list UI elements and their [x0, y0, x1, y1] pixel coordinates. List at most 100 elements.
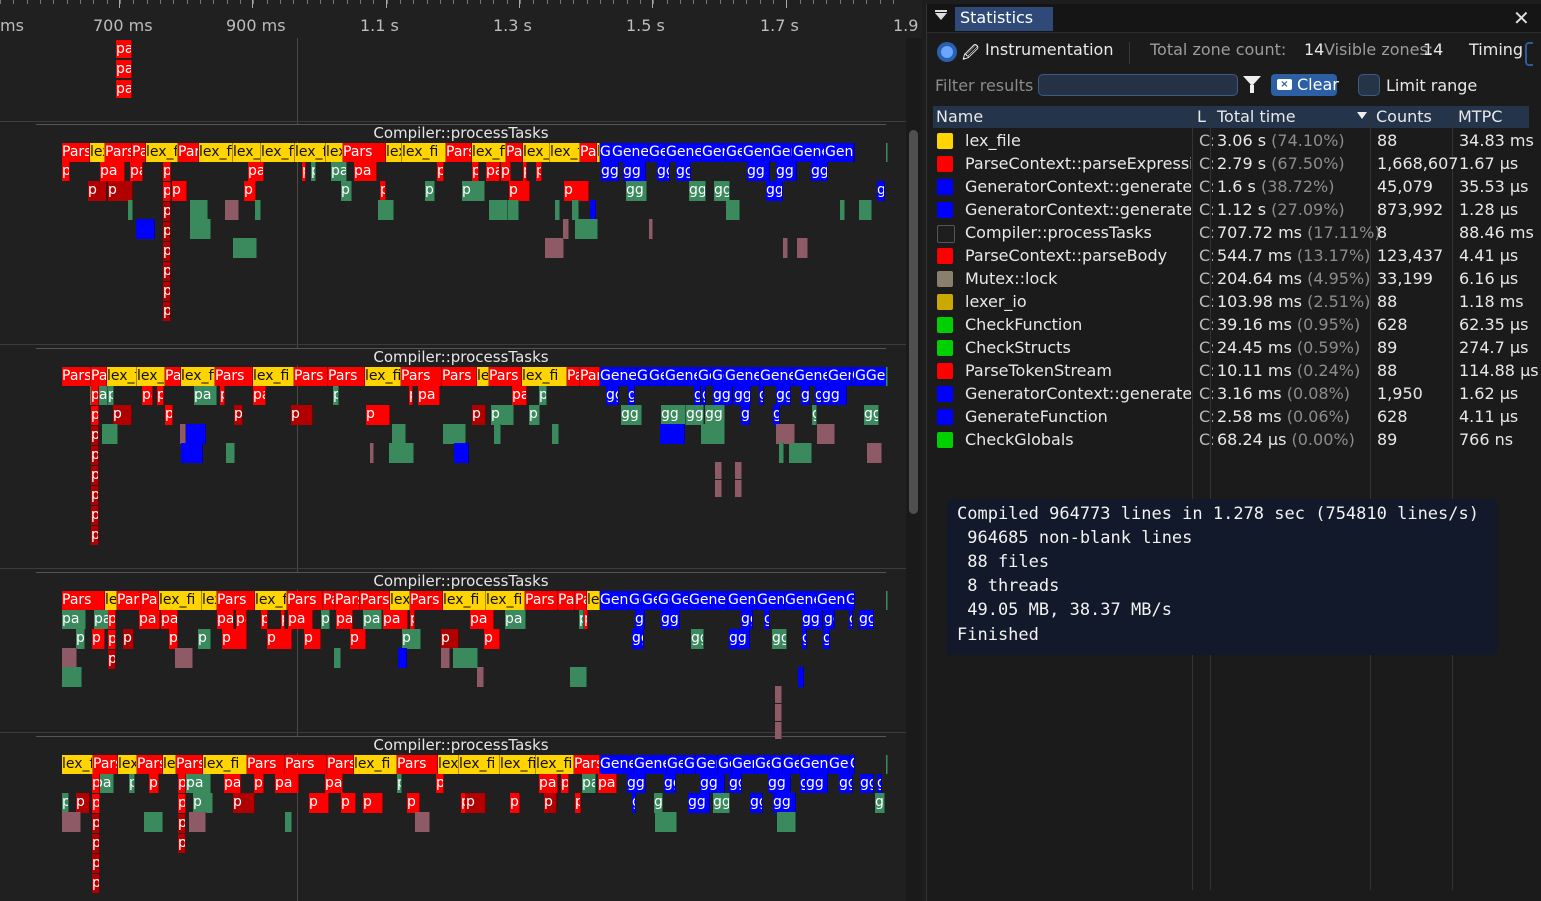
flame-zone[interactable]: p — [123, 629, 134, 649]
flame-zone[interactable]: pa — [512, 386, 527, 405]
flame-zone[interactable] — [190, 200, 208, 220]
flame-zone[interactable]: pa — [582, 774, 596, 793]
flame-zone[interactable]: pa — [142, 386, 153, 405]
flame-zone[interactable] — [398, 648, 407, 668]
flame-zone[interactable]: gg — [849, 610, 853, 629]
flame-zone[interactable]: Pars — [215, 367, 253, 386]
flame-zone[interactable]: lex_fi — [550, 143, 580, 162]
table-row[interactable]: ParseContext::parseBody C:544.7 ms (13.17… — [933, 245, 1533, 268]
flame-zone[interactable]: lex_fi — [90, 143, 105, 162]
flame-zone[interactable]: lex_fi — [159, 591, 202, 610]
flame-zone[interactable] — [225, 200, 239, 220]
flame-zone[interactable]: p — [92, 794, 100, 813]
flame-zone[interactable]: gg — [776, 162, 797, 181]
flame-zone[interactable]: lex_fi — [438, 755, 459, 774]
track-title[interactable]: Compiler::processTasks — [36, 736, 886, 753]
clear-button[interactable]: × Clear — [1271, 74, 1339, 96]
flame-zone[interactable] — [62, 648, 77, 668]
flame-zone[interactable]: gg — [734, 386, 751, 405]
flame-zone[interactable] — [334, 648, 341, 668]
flame-zone[interactable]: p — [341, 181, 352, 201]
flame-zone[interactable]: Pars — [176, 755, 203, 774]
flame-zone[interactable]: p — [108, 650, 116, 669]
flame-zone[interactable]: lex_fi — [203, 755, 247, 774]
flame-zone[interactable]: gg — [766, 181, 783, 201]
flame-zone[interactable]: gg — [700, 774, 725, 793]
flame-zone[interactable] — [255, 200, 261, 220]
flame-zone[interactable]: Pars — [446, 143, 472, 162]
flame-zone[interactable] — [715, 462, 722, 479]
flame-zone[interactable]: lex_fi — [500, 755, 536, 774]
flame-zone[interactable]: gg — [824, 610, 835, 629]
flame-zone[interactable]: Pars — [580, 143, 597, 162]
flame-zone[interactable]: p — [108, 630, 116, 649]
flame-zone[interactable]: Gene — [726, 143, 743, 162]
flame-zone[interactable]: gg — [657, 162, 670, 181]
flame-zone[interactable]: Gene — [850, 755, 855, 774]
flame-zone[interactable]: p — [163, 302, 171, 321]
flame-zone[interactable]: gg — [877, 181, 885, 201]
flame-zone[interactable] — [817, 424, 835, 444]
flame-zone[interactable] — [489, 200, 508, 220]
timeline-view[interactable]: ms 700 ms 900 ms 1.1 s 1.3 s 1.5 s 1.7 s… — [0, 0, 922, 901]
flame-zone[interactable]: p — [91, 466, 99, 485]
flame-zone[interactable]: pa — [409, 386, 413, 405]
table-row[interactable]: GenerateFunction C:2.58 ms (0.06%) 628 4.11… — [933, 406, 1533, 429]
flame-zone[interactable] — [798, 667, 804, 687]
flame-zone[interactable]: pa — [62, 162, 70, 181]
flame-zone[interactable]: gg — [705, 405, 725, 425]
flame-zone[interactable] — [186, 424, 206, 444]
flame-zone[interactable]: lex_fi — [477, 367, 489, 386]
flame-zone[interactable]: p — [169, 629, 178, 649]
flame-zone[interactable]: lex_fi — [233, 143, 261, 162]
timing-dropdown[interactable] — [1525, 42, 1533, 66]
flame-zone[interactable]: p — [510, 793, 520, 813]
flame-zone[interactable]: p — [88, 181, 107, 201]
flame-zone[interactable]: pa — [536, 162, 542, 181]
flame-zone[interactable]: gg — [714, 181, 730, 201]
flame-zone[interactable]: gg — [635, 610, 645, 629]
flame-zone[interactable]: gg — [859, 610, 874, 629]
flame-zone[interactable] — [886, 367, 888, 386]
flame-zone[interactable] — [389, 443, 414, 463]
flame-zone[interactable]: Gene — [600, 367, 637, 386]
flame-zone[interactable]: gg — [713, 386, 733, 405]
flame-zone[interactable] — [779, 443, 784, 463]
flame-zone[interactable]: pa — [501, 162, 511, 181]
flame-zone[interactable]: Pars — [132, 143, 146, 162]
flame-zone[interactable]: Pars — [567, 367, 580, 386]
flame-zone[interactable]: p — [92, 874, 100, 893]
flame-zone[interactable]: p — [472, 405, 486, 425]
flame-zone[interactable] — [575, 219, 598, 239]
flame-zone[interactable]: pa — [130, 162, 143, 181]
table-row[interactable]: CheckStructs C:24.45 ms (0.59%) 89 274.7 μs — [933, 337, 1533, 360]
flame-zone[interactable]: pa — [224, 774, 241, 793]
flame-zone[interactable] — [392, 424, 406, 444]
flame-zone[interactable]: gg — [750, 793, 763, 813]
flame-zone[interactable]: Pars — [328, 367, 365, 386]
flame-zone[interactable]: pa — [275, 774, 299, 793]
flame-zone[interactable]: lex_fi — [326, 143, 343, 162]
flame-zone[interactable]: Gene — [793, 143, 825, 162]
flame-zone[interactable] — [859, 200, 872, 220]
column-header-total-time[interactable]: Total time — [1217, 107, 1296, 126]
mode-label[interactable]: Instrumentation — [985, 40, 1113, 59]
flame-zone[interactable]: Pars — [247, 755, 285, 774]
flame-zone[interactable]: p — [544, 793, 557, 813]
flame-zone[interactable]: lex_fi — [390, 591, 410, 610]
flame-zone[interactable] — [775, 722, 782, 739]
flame-zone[interactable]: gg — [875, 793, 885, 813]
flame-zone[interactable] — [494, 424, 501, 444]
flame-zone[interactable]: Pars — [343, 143, 386, 162]
limit-range-label[interactable]: Limit range — [1386, 76, 1477, 95]
flame-zone[interactable]: Pars — [574, 755, 600, 774]
flame-zone[interactable]: Gene — [760, 367, 794, 386]
flame-zone[interactable]: gg — [764, 610, 770, 629]
flame-zone[interactable]: Pars — [178, 143, 199, 162]
flame-zone[interactable]: p — [564, 181, 589, 201]
flame-zone[interactable]: gg — [713, 793, 730, 813]
flame-zone[interactable]: gg — [628, 386, 635, 405]
flame-zone[interactable]: p — [193, 793, 213, 813]
flame-zone[interactable]: Pars — [410, 591, 443, 610]
flame-zone[interactable]: pa — [418, 386, 440, 405]
